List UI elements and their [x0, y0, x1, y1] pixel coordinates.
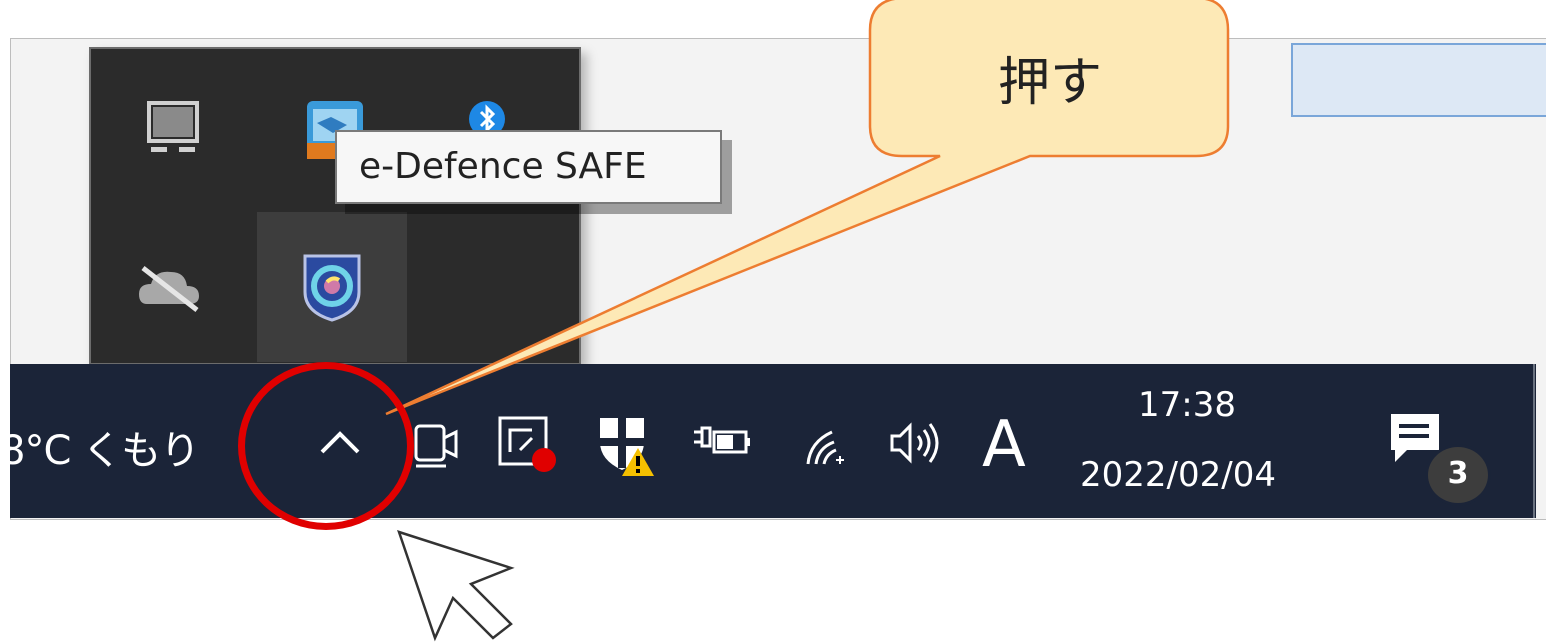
highlight-circle: [238, 362, 414, 530]
callout-balloon: [385, 0, 1230, 416]
callout-text: 押す: [997, 53, 1102, 113]
mouse-cursor-icon: [397, 530, 515, 642]
